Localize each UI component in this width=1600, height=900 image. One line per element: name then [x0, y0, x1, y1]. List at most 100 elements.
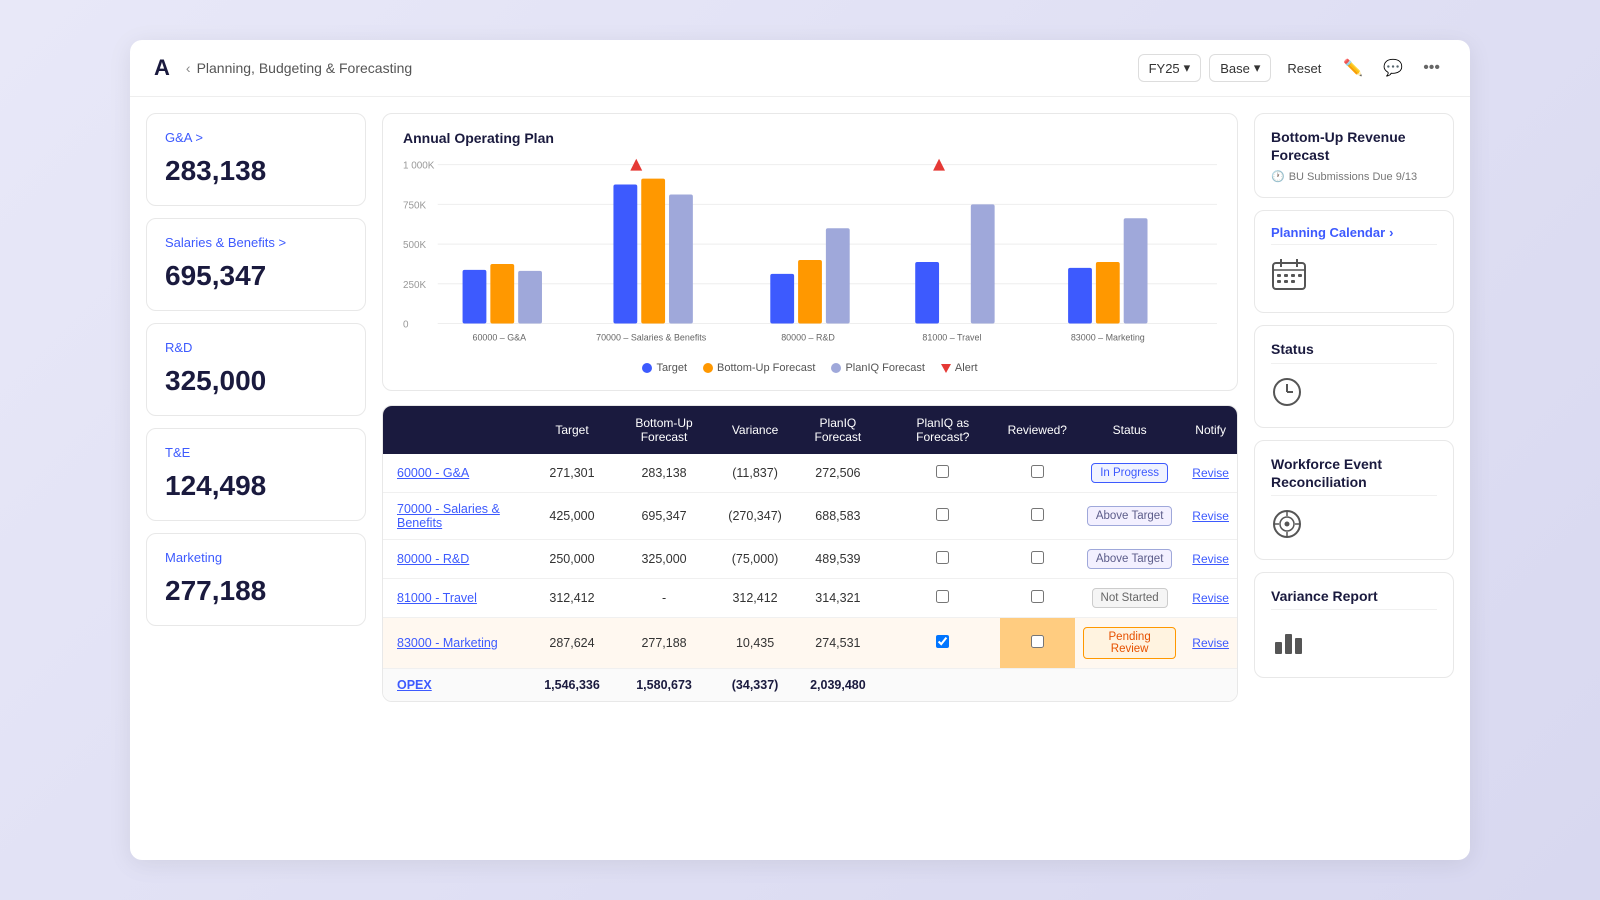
row-link[interactable]: 60000 - G&A: [397, 466, 469, 480]
cell-notify[interactable]: Revise: [1184, 579, 1237, 618]
table-row: 80000 - R&D250,000325,000(75,000)489,539…: [383, 540, 1237, 579]
cell-planiq-check[interactable]: [886, 579, 1000, 618]
total-notify: [1184, 669, 1237, 702]
workforce-card-title: Workforce Event Reconciliation: [1271, 455, 1437, 491]
revise-link[interactable]: Revise: [1192, 552, 1229, 566]
planiq-checkbox[interactable]: [936, 465, 949, 478]
cell-variance: 10,435: [720, 618, 790, 669]
col-reviewed: Reviewed?: [1000, 406, 1075, 454]
app-logo: A: [154, 55, 170, 81]
cell-planiq-check[interactable]: [886, 618, 1000, 669]
svg-text:83000 – Marketing: 83000 – Marketing: [1071, 332, 1145, 342]
legend-bu-forecast: Bottom-Up Forecast: [703, 362, 815, 374]
kpi-card-rd: R&D 325,000: [146, 323, 366, 416]
cell-planiq-check[interactable]: [886, 540, 1000, 579]
cell-notify[interactable]: Revise: [1184, 540, 1237, 579]
table-header-row: Target Bottom-Up Forecast Variance PlanI…: [383, 406, 1237, 454]
svg-text:60000 – G&A: 60000 – G&A: [473, 332, 527, 342]
total-name[interactable]: OPEX: [383, 669, 536, 702]
fy-dropdown[interactable]: FY25 ▾: [1138, 54, 1202, 82]
comment-icon[interactable]: 💬: [1377, 54, 1409, 82]
planning-calendar-link[interactable]: Planning Calendar ›: [1271, 225, 1437, 240]
total-target: 1,546,336: [536, 669, 608, 702]
planiq-checkbox[interactable]: [936, 635, 949, 648]
more-options-icon[interactable]: •••: [1417, 55, 1446, 81]
alert-triangle-icon: [941, 364, 951, 373]
center-column: Annual Operating Plan 1 000K 750K 500K 2…: [382, 113, 1238, 702]
svg-text:0: 0: [403, 319, 409, 330]
kpi-value-rd: 325,000: [165, 365, 347, 397]
table-card: Target Bottom-Up Forecast Variance PlanI…: [382, 405, 1238, 702]
cell-reviewed[interactable]: [1000, 493, 1075, 540]
revise-link[interactable]: Revise: [1192, 591, 1229, 605]
planiq-checkbox[interactable]: [936, 508, 949, 521]
cell-variance: 312,412: [720, 579, 790, 618]
cell-notify[interactable]: Revise: [1184, 618, 1237, 669]
planiq-checkbox[interactable]: [936, 551, 949, 564]
revenue-forecast-subtitle: 🕐 BU Submissions Due 9/13: [1271, 170, 1437, 183]
back-arrow-icon[interactable]: ‹: [186, 60, 191, 76]
cell-reviewed[interactable]: [1000, 540, 1075, 579]
reviewed-checkbox[interactable]: [1031, 590, 1044, 603]
reviewed-checkbox[interactable]: [1031, 551, 1044, 564]
row-link[interactable]: 83000 - Marketing: [397, 636, 498, 650]
chevron-down-icon: ▾: [1184, 60, 1191, 76]
col-status: Status: [1075, 406, 1184, 454]
cell-reviewed[interactable]: [1000, 579, 1075, 618]
cell-planiq-check[interactable]: [886, 454, 1000, 493]
reviewed-checkbox[interactable]: [1031, 465, 1044, 478]
row-link[interactable]: 81000 - Travel: [397, 591, 477, 605]
cell-notify[interactable]: Revise: [1184, 454, 1237, 493]
cell-bu_forecast: 695,347: [608, 493, 721, 540]
cell-variance: (11,837): [720, 454, 790, 493]
col-target: Target: [536, 406, 608, 454]
row-link[interactable]: 80000 - R&D: [397, 552, 469, 566]
app-container: A ‹ Planning, Budgeting & Forecasting FY…: [130, 40, 1470, 860]
base-dropdown[interactable]: Base ▾: [1209, 54, 1271, 82]
table-row: 70000 - Salaries & Benefits425,000695,34…: [383, 493, 1237, 540]
cell-planiq-check[interactable]: [886, 493, 1000, 540]
opex-link[interactable]: OPEX: [397, 678, 432, 692]
reviewed-checkbox[interactable]: [1031, 635, 1044, 648]
table-row: 83000 - Marketing287,624277,18810,435274…: [383, 618, 1237, 669]
planiq-checkbox[interactable]: [936, 590, 949, 603]
legend-alert: Alert: [941, 362, 978, 374]
revenue-forecast-card: Bottom-Up Revenue Forecast 🕐 BU Submissi…: [1254, 113, 1454, 198]
kpi-label-marketing: Marketing: [165, 550, 347, 565]
right-panel: Bottom-Up Revenue Forecast 🕐 BU Submissi…: [1254, 113, 1454, 702]
status-card: Status: [1254, 325, 1454, 427]
cell-reviewed[interactable]: [1000, 618, 1075, 669]
variance-report-title: Variance Report: [1271, 587, 1437, 605]
legend-planiq: PlanIQ Forecast: [831, 362, 924, 374]
kpi-value-marketing: 277,188: [165, 575, 347, 607]
total-row: OPEX 1,546,336 1,580,673 (34,337) 2,039,…: [383, 669, 1237, 702]
revise-link[interactable]: Revise: [1192, 509, 1229, 523]
workforce-card: Workforce Event Reconciliation: [1254, 440, 1454, 560]
svg-text:250K: 250K: [403, 280, 427, 291]
cell-variance: (75,000): [720, 540, 790, 579]
edit-icon[interactable]: ✏️: [1337, 54, 1369, 82]
reset-button[interactable]: Reset: [1279, 56, 1329, 81]
kpi-label-te: T&E: [165, 445, 347, 460]
revise-link[interactable]: Revise: [1192, 636, 1229, 650]
kpi-label-salaries[interactable]: Salaries & Benefits >: [165, 235, 347, 250]
chart-title: Annual Operating Plan: [403, 130, 1217, 146]
divider: [1271, 495, 1437, 496]
cell-status: Pending Review: [1075, 618, 1184, 669]
kpi-label-gna[interactable]: G&A >: [165, 130, 347, 145]
status-clock-icon: [1271, 376, 1303, 408]
row-link[interactable]: 70000 - Salaries & Benefits: [397, 502, 500, 530]
kpi-card-te: T&E 124,498: [146, 428, 366, 521]
total-variance: (34,337): [720, 669, 790, 702]
cell-reviewed[interactable]: [1000, 454, 1075, 493]
status-badge: Pending Review: [1083, 627, 1176, 659]
cell-bu_forecast: 277,188: [608, 618, 721, 669]
cell-planiq: 314,321: [790, 579, 886, 618]
chevron-right-icon: ›: [1389, 225, 1393, 240]
main-content: G&A > 283,138 Salaries & Benefits > 695,…: [130, 97, 1470, 718]
reviewed-checkbox[interactable]: [1031, 508, 1044, 521]
revise-link[interactable]: Revise: [1192, 466, 1229, 480]
cell-notify[interactable]: Revise: [1184, 493, 1237, 540]
calendar-icon: [1271, 257, 1307, 293]
cell-target: 250,000: [536, 540, 608, 579]
